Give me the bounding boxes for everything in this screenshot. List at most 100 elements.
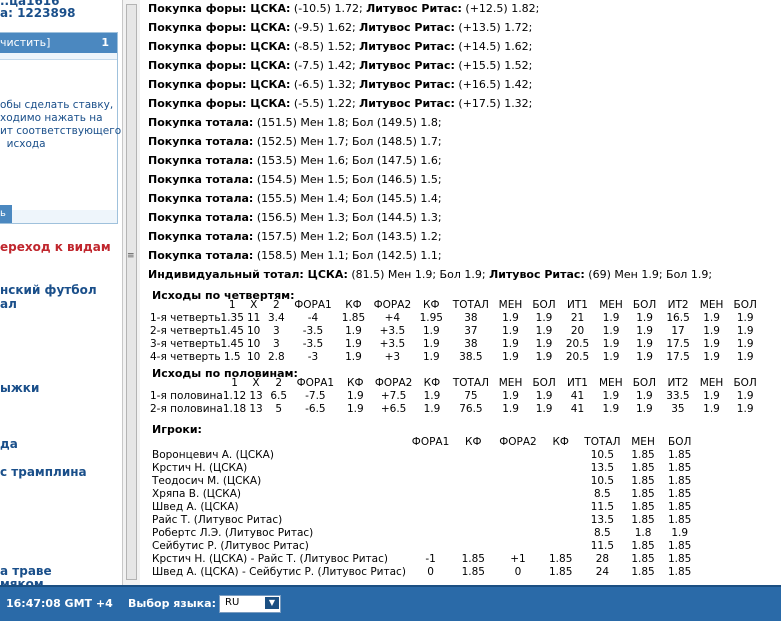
odds-cell[interactable]: 1.9 — [695, 403, 729, 416]
odds-cell[interactable]: 10 — [244, 351, 263, 364]
market-odds[interactable]: (+16.5) 1.42; — [455, 78, 532, 91]
odds-cell[interactable]: 1.5 — [221, 351, 244, 364]
odds-cell[interactable] — [540, 449, 581, 462]
odds-cell[interactable]: 1.9 — [594, 390, 628, 403]
odds-cell[interactable] — [410, 475, 451, 488]
odds-cell[interactable]: 1.9 — [337, 325, 371, 338]
odds-cell[interactable]: 38.5 — [448, 351, 494, 364]
odds-cell[interactable]: 1.9 — [337, 351, 371, 364]
odds-cell[interactable]: 1.9 — [594, 403, 628, 416]
odds-cell[interactable]: 1.95 — [415, 312, 449, 325]
odds-cell[interactable]: 17.5 — [661, 338, 695, 351]
odds-cell[interactable]: 1.85 — [451, 566, 496, 579]
odds-cell[interactable]: -3.5 — [289, 338, 337, 351]
coupon-clear-link[interactable]: чистить] — [0, 33, 50, 53]
market-odds[interactable]: (+12.5) 1.82; — [462, 2, 539, 15]
odds-cell[interactable]: 2.8 — [263, 351, 289, 364]
odds-cell[interactable]: 1.9 — [416, 403, 448, 416]
odds-cell[interactable]: 21 — [561, 312, 595, 325]
odds-cell[interactable]: 10.5 — [581, 475, 624, 488]
odds-cell[interactable]: 1.9 — [728, 325, 762, 338]
odds-cell[interactable]: 1.9 — [695, 338, 729, 351]
odds-cell[interactable]: 1.85 — [540, 553, 581, 566]
odds-cell[interactable]: 1.9 — [494, 351, 528, 364]
odds-cell[interactable]: 1.85 — [540, 566, 581, 579]
odds-cell[interactable]: 10.5 — [581, 449, 624, 462]
odds-cell[interactable]: 1.85 — [662, 501, 697, 514]
odds-cell[interactable]: 1.9 — [527, 351, 561, 364]
odds-cell[interactable]: 1.9 — [527, 312, 561, 325]
odds-cell[interactable] — [496, 527, 541, 540]
odds-cell[interactable]: 1.9 — [728, 351, 762, 364]
odds-cell[interactable]: 76.5 — [448, 403, 494, 416]
odds-cell[interactable]: +3.5 — [370, 325, 414, 338]
odds-cell[interactable]: -6.5 — [292, 403, 340, 416]
odds-cell[interactable]: 20 — [561, 325, 595, 338]
odds-cell[interactable]: 0 — [496, 566, 541, 579]
market-odds[interactable]: (153.5) Мен 1.6; Бол (147.5) 1.6; — [253, 154, 442, 167]
odds-cell[interactable] — [540, 462, 581, 475]
market-odds[interactable]: (-9.5) 1.62; — [290, 21, 359, 34]
odds-cell[interactable]: 11 — [244, 312, 263, 325]
market-odds[interactable]: (154.5) Мен 1.5; Бол (146.5) 1.5; — [253, 173, 442, 186]
sport-item[interactable]: с трамплина — [0, 465, 87, 479]
sport-item[interactable]: ыжки — [0, 381, 39, 395]
market-odds[interactable]: (-5.5) 1.22; — [290, 97, 359, 110]
odds-cell[interactable] — [451, 527, 496, 540]
odds-cell[interactable] — [410, 540, 451, 553]
odds-cell[interactable]: 1.35 — [221, 312, 244, 325]
odds-cell[interactable]: 1.85 — [624, 449, 663, 462]
odds-cell[interactable]: 1.9 — [695, 325, 729, 338]
odds-cell[interactable]: -4 — [289, 312, 337, 325]
odds-cell[interactable]: 37 — [448, 325, 494, 338]
market-odds[interactable]: (-8.5) 1.52; — [290, 40, 359, 53]
odds-cell[interactable]: 0 — [410, 566, 451, 579]
odds-cell[interactable]: +4 — [370, 312, 414, 325]
odds-cell[interactable] — [496, 501, 541, 514]
odds-cell[interactable]: 1.85 — [624, 462, 663, 475]
odds-cell[interactable]: 13.5 — [581, 514, 624, 527]
market-odds[interactable]: (151.5) Мен 1.8; Бол (149.5) 1.8; — [253, 116, 442, 129]
odds-cell[interactable] — [410, 527, 451, 540]
odds-cell[interactable]: 1.9 — [527, 325, 561, 338]
odds-cell[interactable]: 1.45 — [221, 325, 244, 338]
odds-cell[interactable]: 24 — [581, 566, 624, 579]
odds-cell[interactable]: 1.9 — [628, 338, 662, 351]
market-odds[interactable]: (152.5) Мен 1.7; Бол (148.5) 1.7; — [253, 135, 442, 148]
odds-cell[interactable]: 1.9 — [527, 403, 561, 416]
odds-cell[interactable] — [410, 449, 451, 462]
odds-cell[interactable]: 1.85 — [624, 488, 663, 501]
odds-cell[interactable]: -3 — [289, 351, 337, 364]
odds-cell[interactable]: -3.5 — [289, 325, 337, 338]
odds-cell[interactable] — [451, 475, 496, 488]
odds-cell[interactable] — [540, 475, 581, 488]
odds-cell[interactable] — [496, 449, 541, 462]
market-odds[interactable]: (-6.5) 1.32; — [290, 78, 359, 91]
odds-cell[interactable]: 1.85 — [662, 488, 697, 501]
odds-cell[interactable] — [451, 501, 496, 514]
odds-cell[interactable] — [451, 449, 496, 462]
odds-cell[interactable]: 1.9 — [527, 390, 561, 403]
odds-cell[interactable]: 1.9 — [494, 338, 528, 351]
market-odds[interactable]: (155.5) Мен 1.4; Бол (145.5) 1.4; — [253, 192, 442, 205]
odds-cell[interactable]: 75 — [448, 390, 494, 403]
odds-cell[interactable]: 1.9 — [728, 403, 762, 416]
odds-cell[interactable]: +3 — [370, 351, 414, 364]
odds-cell[interactable] — [451, 540, 496, 553]
odds-cell[interactable] — [496, 488, 541, 501]
odds-cell[interactable]: +3.5 — [370, 338, 414, 351]
sport-item[interactable]: ал — [0, 297, 17, 311]
odds-cell[interactable]: 1.9 — [728, 312, 762, 325]
odds-cell[interactable]: 1.9 — [628, 325, 662, 338]
odds-cell[interactable]: 3.4 — [263, 312, 289, 325]
odds-cell[interactable]: 1.9 — [415, 325, 449, 338]
odds-cell[interactable] — [496, 462, 541, 475]
odds-cell[interactable] — [451, 514, 496, 527]
odds-cell[interactable]: 6.5 — [266, 390, 292, 403]
odds-cell[interactable]: 1.9 — [494, 390, 528, 403]
sport-item[interactable]: нский футбол — [0, 283, 97, 297]
odds-cell[interactable]: 17.5 — [661, 351, 695, 364]
odds-cell[interactable]: 10 — [244, 325, 263, 338]
odds-cell[interactable]: 1.9 — [628, 351, 662, 364]
market-odds[interactable]: (-7.5) 1.42; — [290, 59, 359, 72]
